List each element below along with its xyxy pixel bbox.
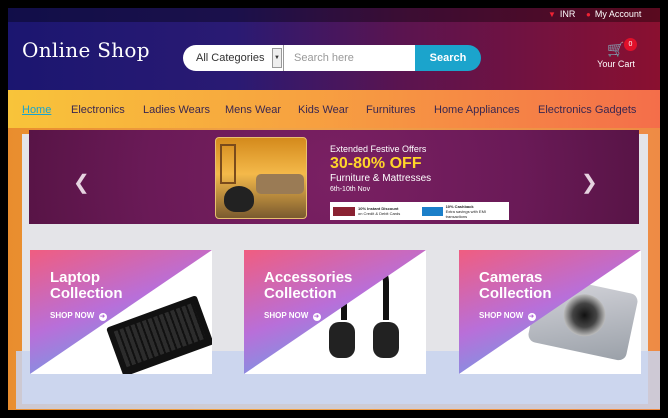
nav-item-home[interactable]: Home [22, 104, 51, 116]
banner-subtitle: Furniture & Mattresses [330, 173, 432, 184]
accessories-collection-card[interactable]: Accessories Collection SHOP NOW ➜ [244, 250, 426, 374]
card-title: Accessories Collection [264, 269, 353, 302]
shop-now-link[interactable]: SHOP NOW ➜ [264, 311, 321, 321]
laptop-collection-card[interactable]: Laptop Collection SHOP NOW ➜ [30, 250, 212, 374]
banner-title: Extended Festive Offers [330, 144, 427, 154]
shop-now-label: SHOP NOW [50, 311, 95, 320]
promo-banner[interactable]: Extended Festive Offers 30-80% OFF Furni… [29, 130, 639, 224]
cart-button[interactable]: 🛒 0 Your Cart [593, 38, 639, 69]
nav-item-mens-wear[interactable]: Mens Wear [225, 104, 281, 116]
banner-date: 6th-10th Nov [330, 186, 371, 193]
beanbag-shape [224, 186, 254, 212]
arrow-right-icon: ➜ [98, 313, 107, 321]
carousel-next-icon[interactable]: ❯ [581, 170, 598, 195]
currency-label: INR [559, 9, 576, 19]
shelf-shape [220, 144, 236, 184]
site-logo[interactable]: Online Shop [22, 38, 150, 62]
shop-now-link[interactable]: SHOP NOW ➜ [50, 311, 107, 321]
main-nav: Home Electronics Ladies Wears Mens Wear … [8, 90, 660, 128]
chevron-down-icon[interactable]: ▼ [272, 48, 282, 68]
nav-item-kids-wear[interactable]: Kids Wear [298, 104, 349, 116]
card-logo [421, 206, 443, 216]
bank-offer-1-sub: on Credit & Debit Cards [358, 211, 401, 216]
bank-offer-2: 10% Cashback Extra savings with EMI tran… [421, 204, 507, 219]
category-select-value: All Categories [196, 52, 265, 64]
arrow-right-icon: ➜ [312, 313, 321, 321]
arrow-right-icon: ➜ [527, 313, 536, 321]
bank-logo [333, 206, 355, 216]
rupee-icon: ▼ [548, 9, 556, 19]
shop-now-link[interactable]: SHOP NOW ➜ [479, 311, 536, 321]
cart-count-badge: 0 [624, 38, 637, 51]
cart-label: Your Cart [597, 59, 635, 69]
my-account-link[interactable]: ● My Account [586, 9, 641, 19]
card-title: Cameras Collection [479, 269, 552, 302]
furniture-image [215, 137, 307, 219]
banner-discount: 30-80% OFF [330, 155, 422, 172]
card-title: Laptop Collection [50, 269, 123, 302]
header: ▼ INR ● My Account Online Shop All Categ… [8, 8, 660, 90]
sofa-shape [256, 174, 304, 194]
nav-item-home-appliances[interactable]: Home Appliances [434, 104, 520, 116]
nav-item-ladies-wears[interactable]: Ladies Wears [143, 104, 210, 116]
user-icon: ● [586, 9, 591, 19]
nav-item-furnitures[interactable]: Furnitures [366, 104, 416, 116]
nav-item-electronics-gadgets[interactable]: Electronics Gadgets [538, 104, 636, 116]
search-button[interactable]: Search [415, 45, 481, 71]
cameras-collection-card[interactable]: Cameras Collection SHOP NOW ➜ [459, 250, 641, 374]
nav-item-electronics[interactable]: Electronics [71, 104, 125, 116]
bank-offer-1: 10% Instant Discount on Credit & Debit C… [333, 204, 418, 218]
shop-now-label: SHOP NOW [264, 311, 309, 320]
category-select[interactable]: All Categories ▼ [183, 45, 284, 71]
bank-offer-2-sub: Extra savings with EMI transactions [445, 208, 487, 219]
search-bar: All Categories ▼ Search here Search [183, 45, 481, 71]
carousel-prev-icon[interactable]: ❮ [73, 170, 90, 195]
shop-now-label: SHOP NOW [479, 311, 524, 320]
bank-offers: 10% Instant Discount on Credit & Debit C… [330, 202, 509, 220]
page-frame: ▼ INR ● My Account Online Shop All Categ… [8, 8, 660, 410]
search-input[interactable]: Search here [284, 45, 415, 71]
currency-link[interactable]: ▼ INR [548, 9, 575, 19]
my-account-label: My Account [594, 9, 642, 19]
